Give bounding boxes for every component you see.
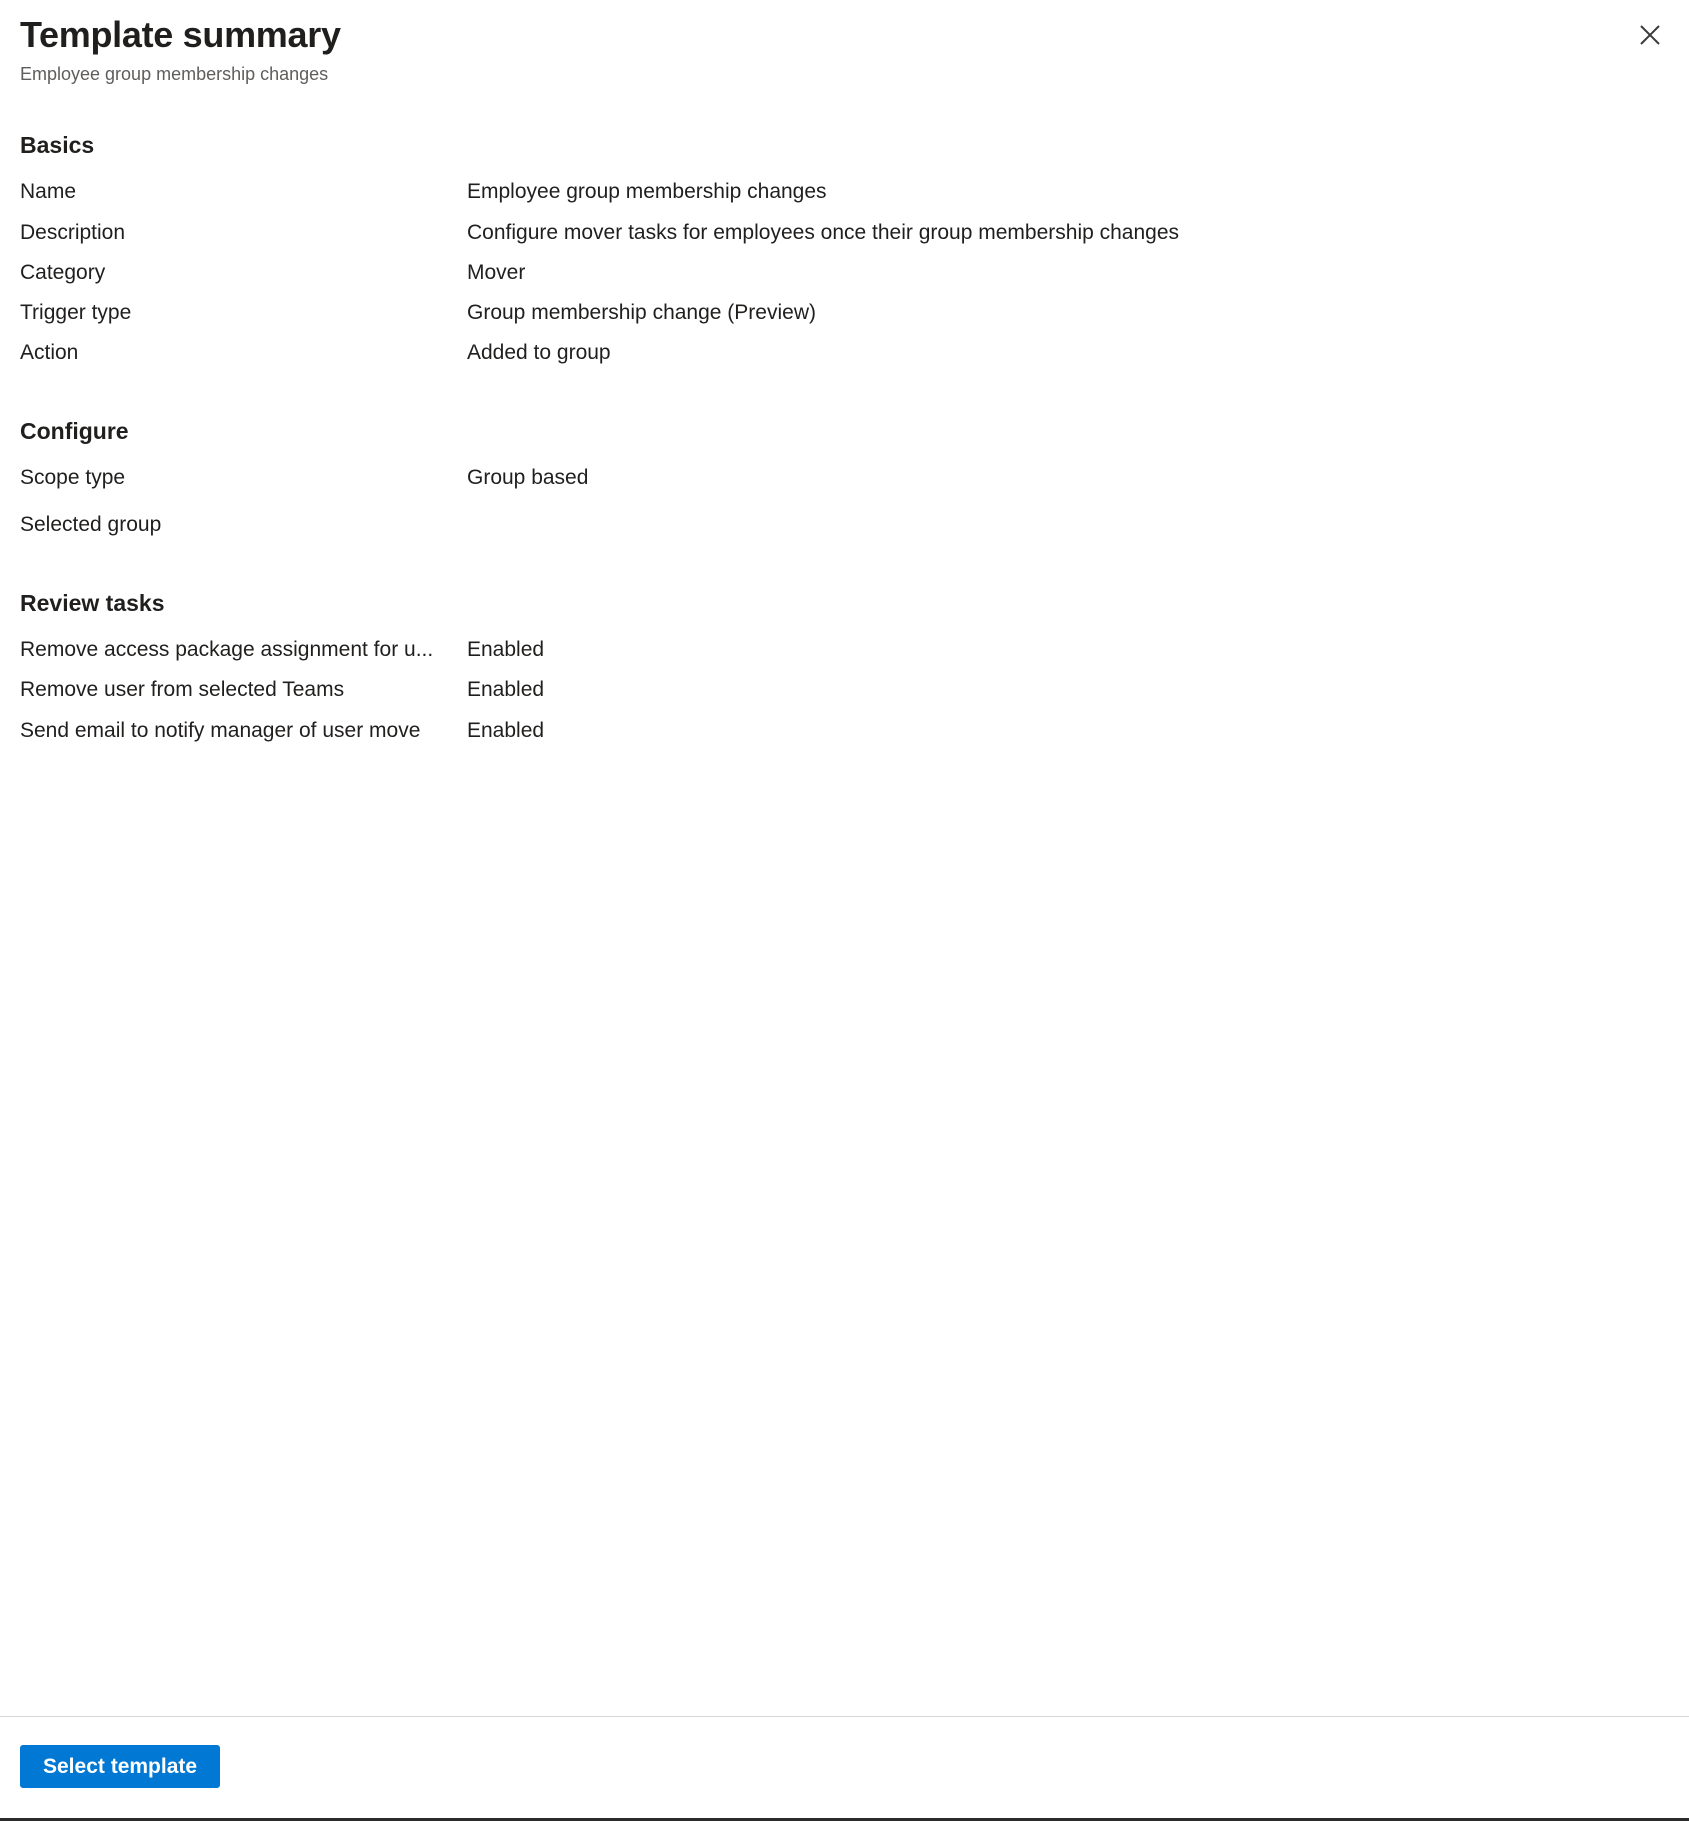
panel-footer: Select template [0, 1716, 1689, 1818]
row-label: Scope type [20, 466, 126, 490]
select-template-button[interactable]: Select template [20, 1745, 221, 1788]
row-value: Enabled [467, 638, 545, 662]
row-value: Mover [467, 260, 526, 284]
row-label: Category [20, 260, 106, 284]
page-subtitle: Employee group membership changes [20, 64, 329, 85]
row-value: Group membership change (Preview) [467, 301, 816, 324]
row-label: Name [20, 180, 77, 204]
summary-row-action: Action Added to group [20, 333, 1669, 373]
row-value: Configure mover tasks for employees once… [467, 220, 1180, 244]
row-value: Added to group [467, 341, 611, 365]
section-review-tasks: Review tasks Remove access package assig… [20, 546, 1669, 751]
review-task-row: Remove access package assignment for u..… [20, 630, 1669, 670]
section-basics: Basics Name Employee group membership ch… [20, 88, 1669, 374]
summary-row-selected-group: Selected group [20, 498, 1669, 545]
summary-row-name: Name Employee group membership changes [20, 172, 1669, 212]
section-configure: Configure Scope type Group based Selecte… [20, 374, 1669, 546]
row-label: Remove access package assignment for u..… [20, 638, 434, 662]
panel-header: Template summary Employee group membersh… [0, 0, 1689, 88]
page-title: Template summary [20, 14, 341, 55]
row-label: Selected group [20, 513, 162, 537]
row-label: Send email to notify manager of user mov… [20, 718, 421, 742]
section-title-basics: Basics [20, 131, 95, 158]
close-icon [1639, 24, 1661, 46]
row-label: Remove user from selected Teams [20, 678, 345, 702]
review-task-row: Send email to notify manager of user mov… [20, 711, 1669, 751]
close-button[interactable] [1627, 12, 1673, 58]
row-label: Trigger type [20, 301, 132, 324]
section-title-configure: Configure [20, 417, 129, 444]
row-value: Group based [467, 466, 589, 490]
review-task-row: Remove user from selected Teams Enabled [20, 670, 1669, 710]
row-value [467, 505, 1669, 531]
summary-row-category: Category Mover [20, 253, 1669, 293]
row-label: Description [20, 220, 126, 244]
row-value: Enabled [467, 718, 545, 742]
row-value: Employee group membership changes [467, 180, 827, 204]
summary-row-scope-type: Scope type Group based [20, 458, 1669, 498]
template-summary-panel: Template summary Employee group membersh… [0, 0, 1689, 1821]
summary-row-trigger-type: Trigger type Group membership change (Pr… [20, 293, 1669, 333]
row-label: Action [20, 341, 79, 365]
row-value: Enabled [467, 678, 545, 702]
summary-row-description: Description Configure mover tasks for em… [20, 213, 1669, 253]
section-title-review-tasks: Review tasks [20, 589, 165, 616]
summary-content: Basics Name Employee group membership ch… [0, 88, 1689, 1716]
